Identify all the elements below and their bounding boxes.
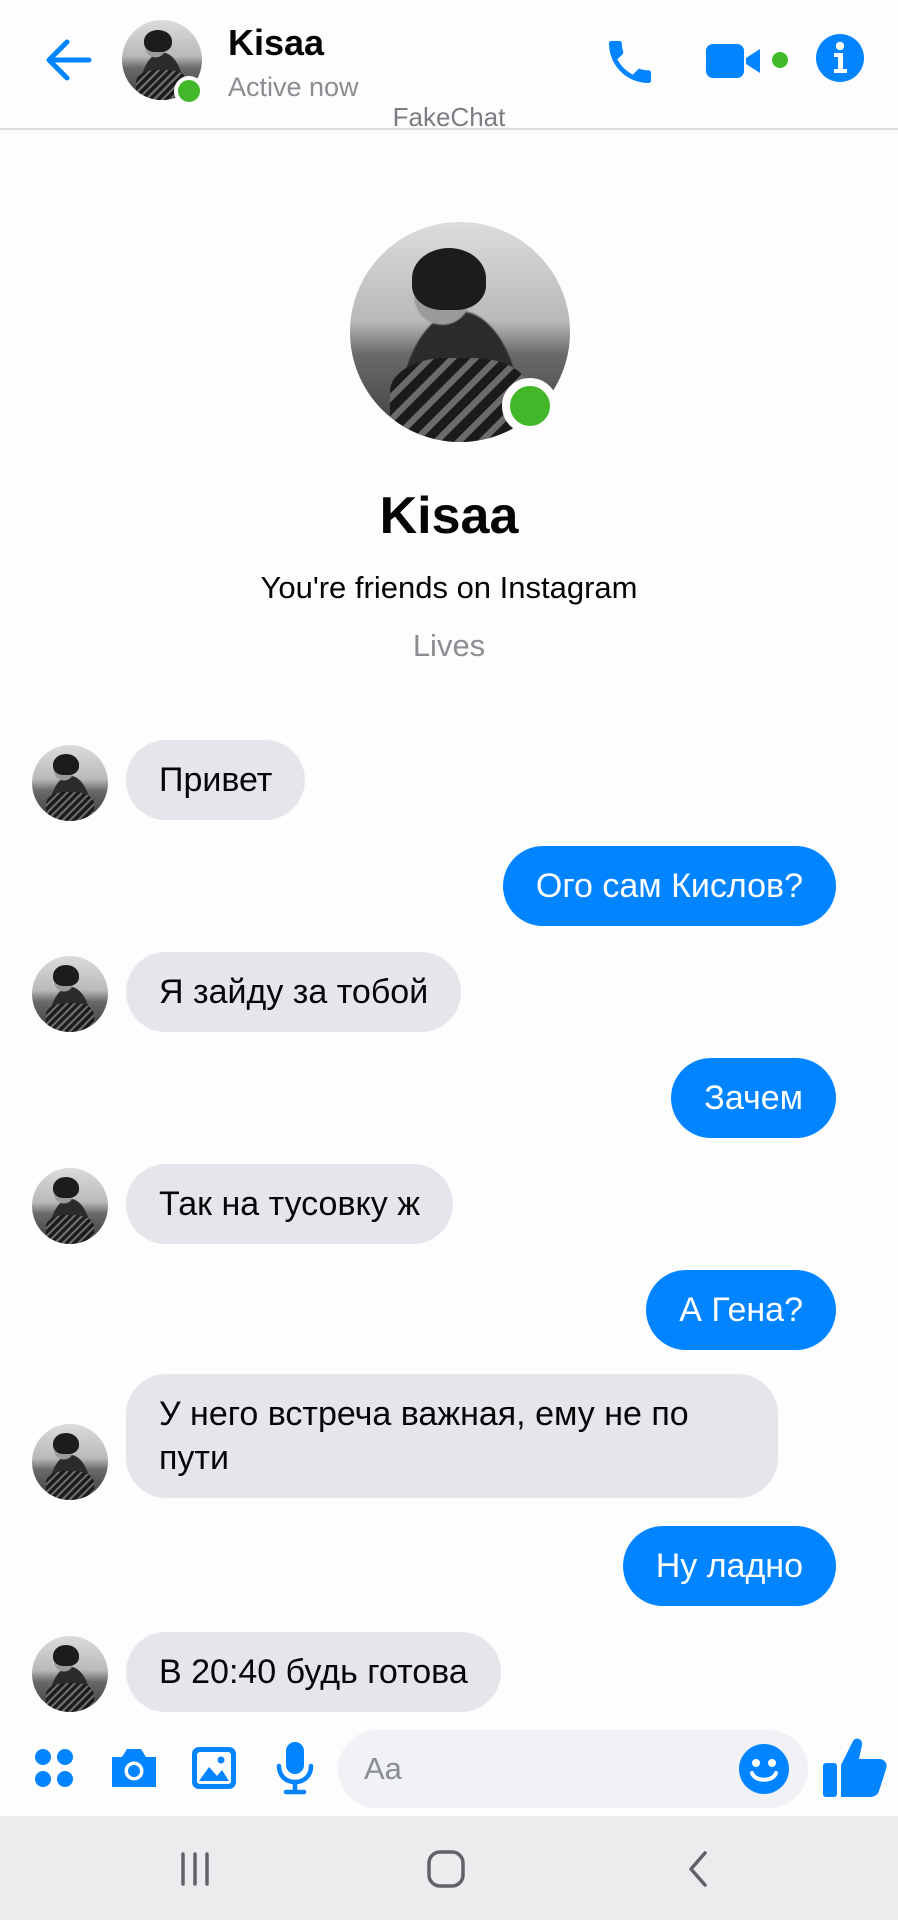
message-bubble-outgoing[interactable]: Ну ладно [622,1526,836,1606]
message-bubble-outgoing[interactable]: Ого сам Кислов? [502,846,836,926]
home-icon [427,1850,465,1888]
system-nav-bar [0,1816,898,1920]
message-bubble-outgoing[interactable]: Зачем [671,1058,836,1138]
gallery-button[interactable] [188,1742,240,1794]
message-composer [0,1720,898,1816]
recent-apps-icon [181,1852,209,1886]
more-actions-button[interactable] [30,1744,78,1792]
info-button[interactable] [814,32,866,84]
message-input[interactable] [364,1730,724,1808]
online-indicator [502,378,558,434]
profile-avatar[interactable] [350,222,570,442]
profile-subtitle: You're friends on Instagram [260,570,638,605]
recent-apps-button[interactable] [170,1846,220,1892]
back-icon [689,1851,707,1887]
message-bubble-outgoing[interactable]: А Гена? [646,1270,836,1350]
info-icon [816,34,864,82]
avatar[interactable] [32,1168,108,1244]
home-button[interactable] [420,1844,472,1894]
profile-location: Lives [412,628,486,663]
message-bubble-incoming[interactable]: В 20:40 будь готова [126,1632,501,1712]
avatar[interactable] [32,1424,108,1500]
menu-dots-icon [35,1749,73,1787]
avatar[interactable] [32,745,108,821]
message-bubble-incoming[interactable]: У него встреча важная, ему не по пути [126,1374,778,1498]
back-arrow-icon [46,39,92,81]
system-back-button[interactable] [676,1844,720,1894]
message-input-field[interactable] [338,1730,808,1808]
emoji-icon [739,1744,789,1794]
call-button[interactable] [598,30,662,94]
microphone-icon [276,1742,314,1795]
message-bubble-incoming[interactable]: Привет [126,740,306,820]
video-call-button[interactable] [702,32,794,92]
camera-icon [112,1749,156,1787]
camera-button[interactable] [106,1742,162,1794]
thumbs-up-icon [823,1738,887,1797]
voice-record-button[interactable] [272,1738,318,1798]
active-status: Active now [228,72,359,102]
video-camera-icon [706,44,788,78]
header-avatar[interactable] [122,20,204,106]
back-button[interactable] [38,30,98,90]
message-bubble-incoming[interactable]: Так на тусовку ж [126,1164,453,1244]
gallery-icon [192,1747,236,1789]
watermark: FakeChat [392,102,506,132]
emoji-button[interactable] [736,1741,792,1797]
contact-name[interactable]: Kisaa [228,22,324,64]
avatar[interactable] [32,956,108,1032]
like-button[interactable] [818,1732,892,1804]
phone-icon [609,41,651,83]
message-bubble-incoming[interactable]: Я зайду за тобой [126,952,462,1032]
profile-name: Kisaa [379,487,519,545]
avatar[interactable] [32,1636,108,1712]
